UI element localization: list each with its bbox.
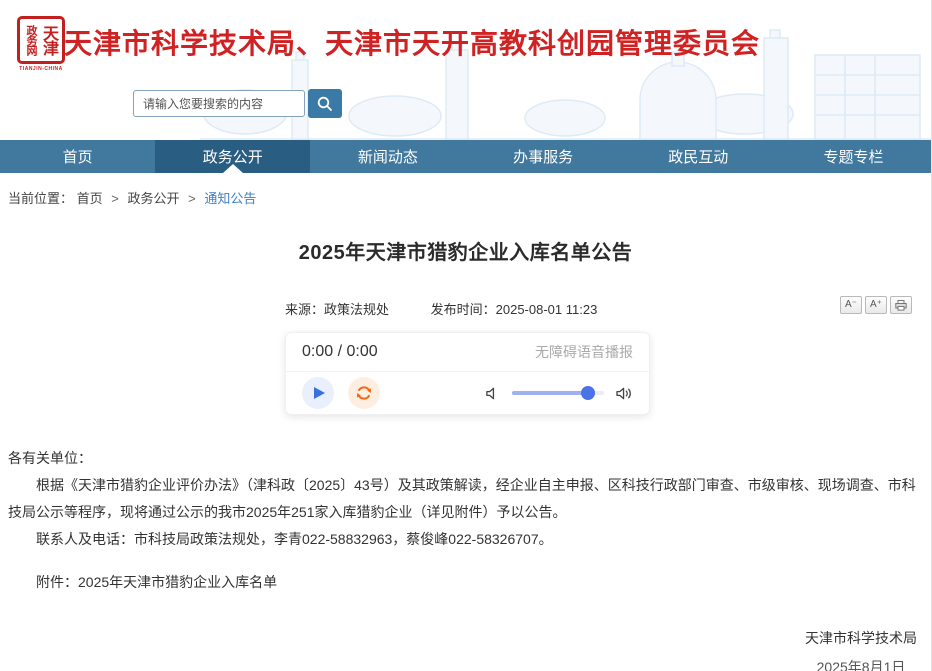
seal-caption: TIANJIN-CHINA [19, 66, 63, 72]
nav-item-gov-affairs[interactable]: 政务公开 [155, 140, 311, 173]
nav-item-news[interactable]: 新闻动态 [310, 140, 465, 173]
breadcrumb-separator: > [111, 191, 119, 206]
signature-date: 2025年8月1日 [816, 659, 906, 671]
main-nav: 首页 政务公开 新闻动态 办事服务 政民互动 专题专栏 [0, 140, 931, 173]
volume-loud-icon[interactable] [616, 386, 633, 401]
attachment-link[interactable]: 附件：2025年天津市猎豹企业入库名单 [8, 569, 921, 596]
breadcrumb-label: 当前位置： [8, 191, 74, 206]
seal-text-right: 天津 [40, 25, 57, 55]
breadcrumb-section[interactable]: 政务公开 [128, 191, 180, 206]
search-button[interactable] [308, 89, 342, 118]
play-button[interactable] [302, 377, 334, 409]
nav-item-home[interactable]: 首页 [0, 140, 155, 173]
loop-icon [356, 386, 372, 400]
article-body: 各有关单位： 根据《天津市猎豹企业评价办法》（津科政〔2025〕43号）及其政策… [8, 445, 921, 596]
search-input[interactable] [133, 90, 305, 117]
header-watermark-illustration [200, 29, 931, 140]
article-paragraph: 根据《天津市猎豹企业评价办法》（津科政〔2025〕43号）及其政策解读，经企业自… [8, 477, 916, 520]
site-header: 政务网 天津 TIANJIN-CHINA 天津市科学技术局、天津市天开高教科创园… [0, 0, 931, 140]
nav-item-services[interactable]: 办事服务 [466, 140, 621, 173]
seal-emblem: 政务网 天津 [17, 16, 65, 64]
breadcrumb: 当前位置： 首页 > 政务公开 > 通知公告 [8, 188, 931, 207]
article: 2025年天津市猎豹企业入库名单公告 来源：政策法规处 发布时间：2025-08… [0, 236, 931, 671]
search-icon [317, 96, 332, 111]
nav-item-interaction[interactable]: 政民互动 [621, 140, 776, 173]
breadcrumb-current[interactable]: 通知公告 [204, 191, 256, 206]
article-paragraph: 联系人及电话：市科技局政策法规处，李青022-58832963，蔡俊峰022-5… [36, 531, 553, 547]
signature-org: 天津市科学技术局 [805, 630, 917, 646]
audio-time: 0:00 / 0:00 [302, 343, 378, 360]
search-bar [133, 89, 342, 118]
volume-thumb[interactable] [581, 386, 596, 400]
article-meta: 来源：政策法规处 发布时间：2025-08-01 11:23 [285, 299, 597, 318]
audio-player: 0:00 / 0:00 无障碍语音播报 [285, 332, 650, 415]
audio-player-controls [286, 372, 649, 414]
article-source: 来源：政策法规处 [285, 302, 390, 317]
play-icon [314, 387, 325, 399]
article-tools: A⁻ A⁺ [840, 296, 912, 314]
nav-item-special-topics[interactable]: 专题专栏 [776, 140, 931, 173]
breadcrumb-separator: > [188, 191, 196, 206]
breadcrumb-home[interactable]: 首页 [77, 191, 103, 206]
loop-button[interactable] [348, 377, 380, 409]
font-decrease-button[interactable]: A⁻ [840, 296, 862, 314]
printer-icon [895, 299, 907, 311]
article-paragraph: 各有关单位： [8, 450, 92, 466]
site-logo[interactable]: 政务网 天津 TIANJIN-CHINA [14, 16, 68, 72]
site-title: 天津市科学技术局、天津市天开高教科创园管理委员会 [64, 28, 761, 59]
volume-quiet-icon[interactable] [485, 386, 500, 401]
print-button[interactable] [890, 296, 912, 314]
page-title: 2025年天津市猎豹企业入库名单公告 [298, 242, 633, 264]
volume-controls [485, 386, 633, 401]
seal-text-left: 政务网 [25, 25, 37, 55]
article-publish-time: 发布时间：2025-08-01 11:23 [430, 302, 598, 317]
audio-caption: 无障碍语音播报 [535, 344, 633, 360]
signature-block: 天津市科学技术局 2025年8月1日 [0, 628, 931, 671]
volume-slider[interactable] [512, 386, 604, 400]
page: 政务网 天津 TIANJIN-CHINA 天津市科学技术局、天津市天开高教科创园… [0, 0, 932, 671]
volume-fill [512, 391, 589, 395]
article-meta-row: 来源：政策法规处 发布时间：2025-08-01 11:23 A⁻ A⁺ [0, 296, 931, 318]
font-increase-button[interactable]: A⁺ [865, 296, 887, 314]
audio-player-header: 0:00 / 0:00 无障碍语音播报 [286, 333, 649, 372]
